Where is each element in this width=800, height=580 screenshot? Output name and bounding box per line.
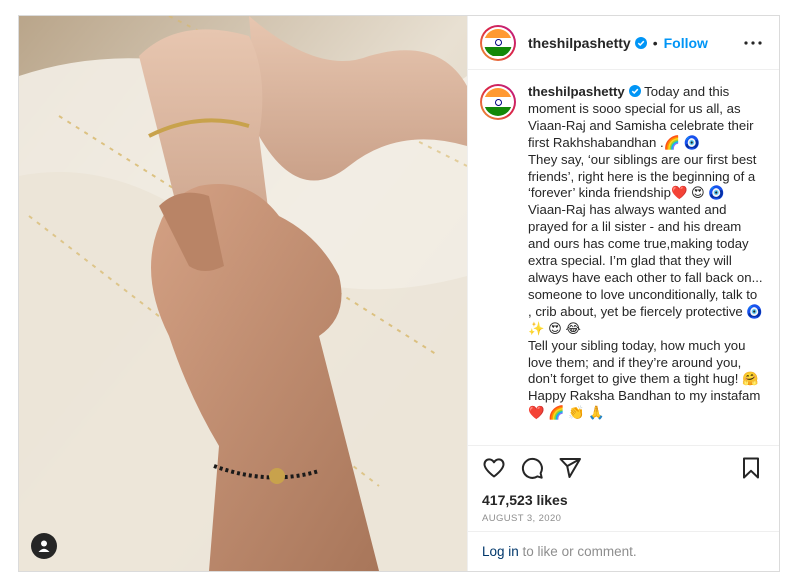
share-button[interactable]	[558, 456, 582, 480]
login-link[interactable]: Log in	[482, 544, 519, 559]
share-icon	[559, 457, 581, 478]
caption-body: Today and this moment is sooo special fo…	[528, 84, 763, 421]
comment-prompt-text: to like or comment.	[518, 544, 637, 559]
more-options-icon	[744, 40, 762, 45]
post-header: theshilpashetty • Follow	[468, 16, 779, 70]
heart-icon	[483, 457, 505, 477]
post-date[interactable]: AUGUST 3, 2020	[468, 511, 779, 531]
caption-scroll-area[interactable]: theshilpashetty Today and this moment is…	[468, 70, 779, 439]
post-sidebar: theshilpashetty • Follow theshilpashetty…	[467, 16, 779, 571]
verified-badge-icon	[634, 36, 647, 49]
caption-avatar[interactable]	[480, 84, 516, 120]
caption-text-block: theshilpashetty Today and this moment is…	[528, 84, 763, 422]
more-options-button[interactable]	[741, 31, 765, 55]
likes-count[interactable]: 417,523 likes	[468, 489, 779, 511]
comment-login-bar: Log in to like or comment.	[468, 531, 779, 571]
india-flag-icon	[484, 28, 512, 57]
india-flag-icon	[484, 88, 512, 116]
bookmark-icon	[743, 457, 759, 478]
instagram-post: theshilpashetty • Follow theshilpashetty…	[18, 15, 780, 572]
save-button[interactable]	[739, 456, 763, 480]
action-bar	[468, 445, 779, 489]
follow-button[interactable]: Follow	[664, 35, 708, 51]
header-separator: •	[652, 34, 658, 51]
user-tag-button[interactable]	[31, 533, 57, 559]
header-username[interactable]: theshilpashetty	[528, 35, 631, 51]
post-image[interactable]	[19, 16, 467, 571]
caption-username[interactable]: theshilpashetty	[528, 84, 625, 99]
comment-icon	[521, 457, 543, 479]
profile-avatar[interactable]	[480, 24, 516, 61]
user-tag-icon	[38, 540, 50, 552]
like-button[interactable]	[482, 456, 506, 480]
verified-badge-icon	[628, 85, 641, 97]
caption: theshilpashetty Today and this moment is…	[480, 84, 763, 422]
photo-hands-rakhi	[19, 16, 467, 571]
comment-button[interactable]	[520, 456, 544, 480]
